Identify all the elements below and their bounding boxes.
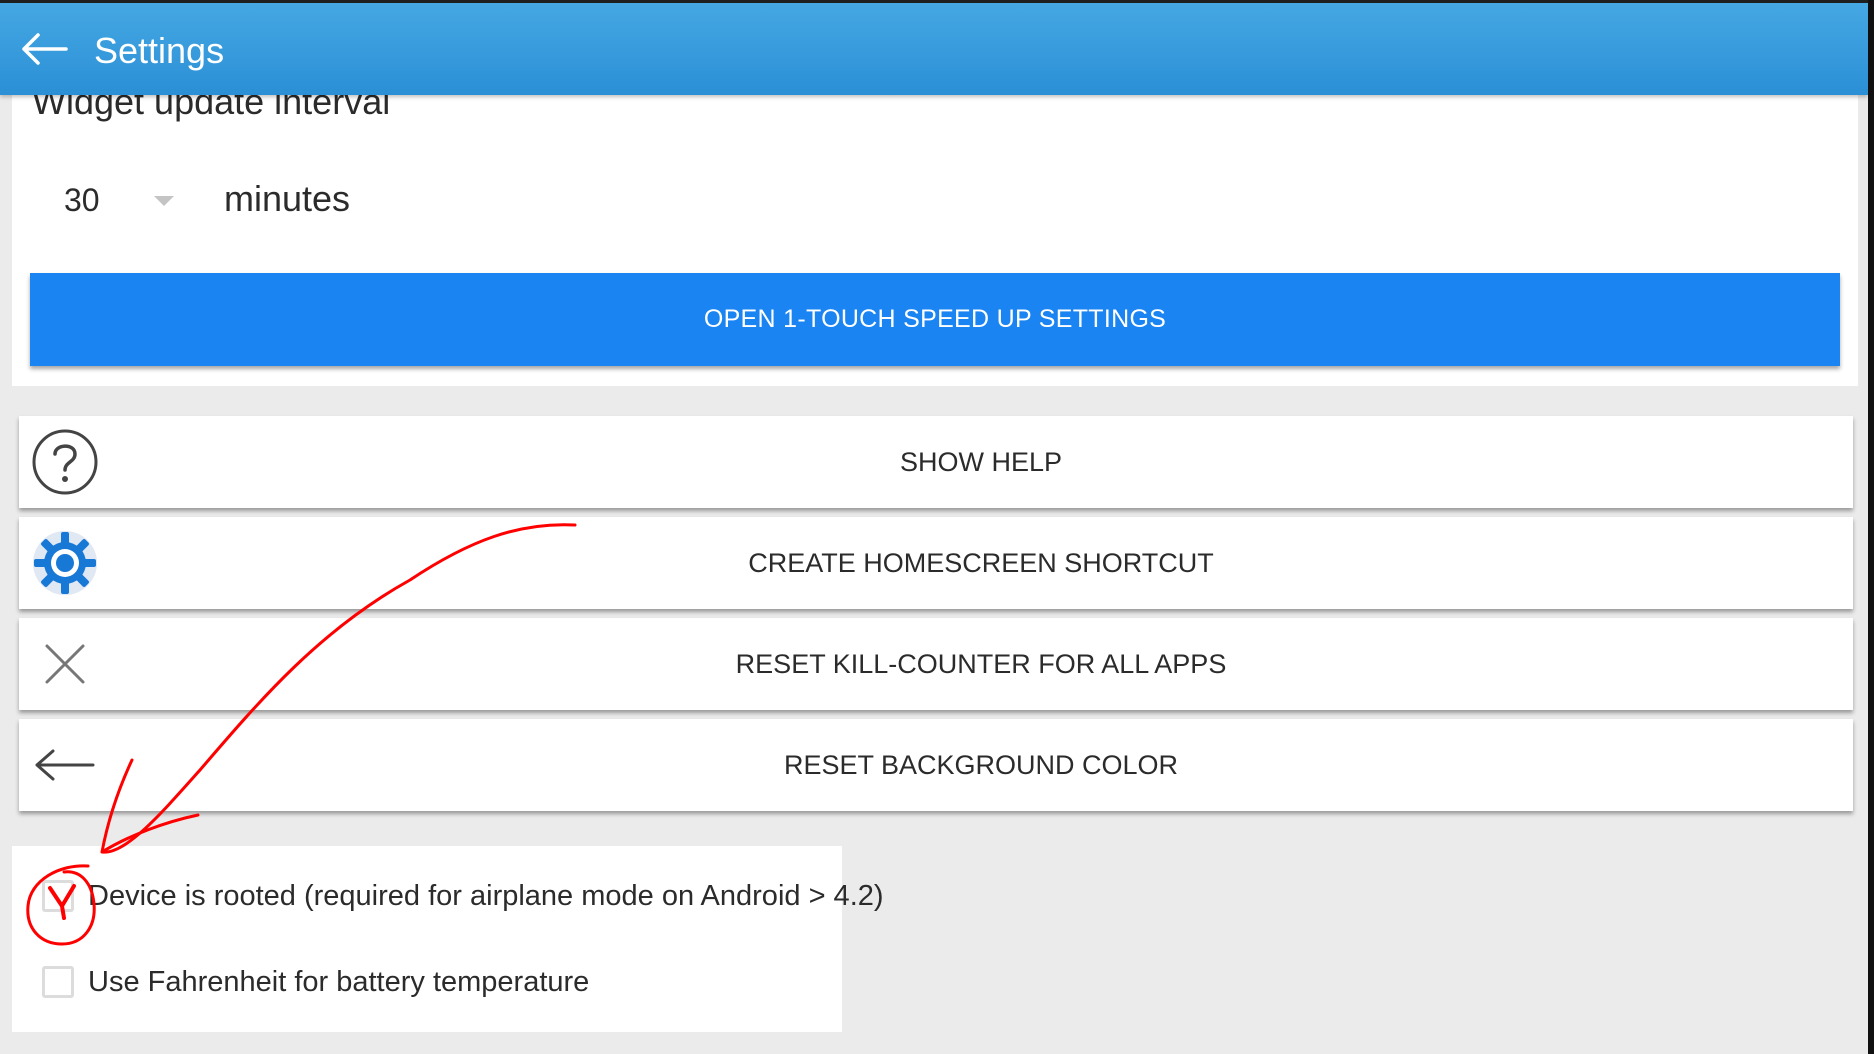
rooted-checkbox[interactable] bbox=[42, 880, 74, 912]
show-help-button[interactable]: SHOW HELP bbox=[19, 416, 1853, 508]
create-homescreen-shortcut-button[interactable]: CREATE HOMESCREEN SHORTCUT bbox=[19, 517, 1853, 609]
rooted-checkbox-label: Device is rooted (required for airplane … bbox=[88, 879, 884, 912]
page-title: Settings bbox=[94, 30, 225, 71]
action-label: SHOW HELP bbox=[899, 446, 1063, 477]
interval-unit-label: minutes bbox=[224, 178, 351, 219]
checkbox-panel: Device is rooted (required for airplane … bbox=[12, 846, 884, 1032]
fahrenheit-checkbox-label: Use Fahrenheit for battery temperature bbox=[88, 965, 590, 998]
action-label: RESET KILL-COUNTER FOR ALL APPS bbox=[735, 648, 1227, 679]
app-bar: Settings bbox=[0, 0, 1868, 95]
dropdown-arrow-icon[interactable] bbox=[154, 196, 174, 206]
action-label: CREATE HOMESCREEN SHORTCUT bbox=[748, 547, 1214, 578]
interval-select[interactable]: 30 bbox=[64, 180, 100, 220]
reset-kill-counter-button[interactable]: RESET KILL-COUNTER FOR ALL APPS bbox=[19, 618, 1853, 710]
open-speed-up-settings-button[interactable]: OPEN 1-TOUCH SPEED UP SETTINGS bbox=[30, 273, 1840, 366]
fahrenheit-checkbox[interactable] bbox=[42, 966, 74, 998]
action-label: RESET BACKGROUND COLOR bbox=[783, 749, 1179, 780]
back-arrow-icon[interactable] bbox=[20, 29, 70, 69]
fahrenheit-checkbox-row[interactable]: Use Fahrenheit for battery temperature bbox=[42, 962, 589, 1002]
reset-background-color-button[interactable]: RESET BACKGROUND COLOR bbox=[19, 719, 1853, 811]
window-edge bbox=[1868, 0, 1874, 1054]
rooted-checkbox-row[interactable]: Device is rooted (required for airplane … bbox=[42, 876, 884, 916]
widget-settings-card: Widget update interval 30 minutes OPEN 1… bbox=[12, 60, 1858, 386]
